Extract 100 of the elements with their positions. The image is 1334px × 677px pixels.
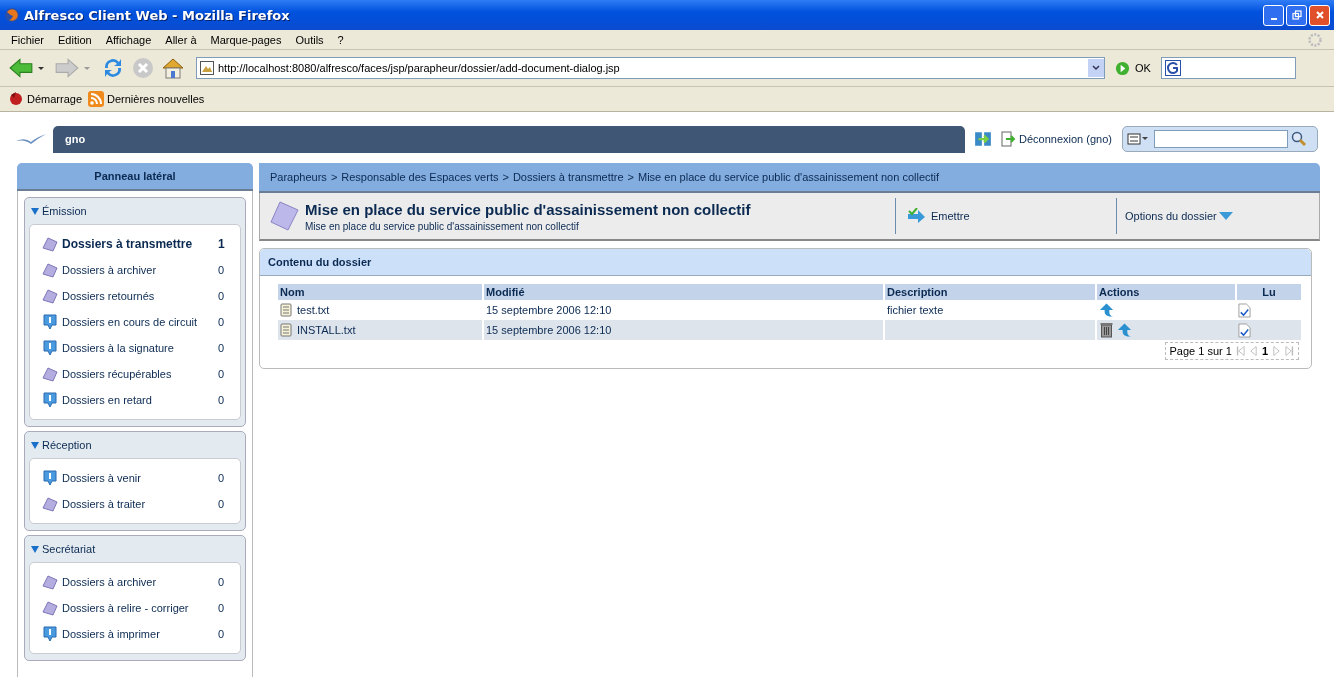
- folder-icon: [42, 574, 58, 590]
- text-file-icon: [280, 303, 292, 317]
- folder-icon: [42, 600, 58, 616]
- table-cell: 15 septembre 2006 12:10: [483, 320, 884, 340]
- search-field[interactable]: [1160, 57, 1296, 79]
- logout-link[interactable]: Déconnexion (gno): [1001, 131, 1112, 147]
- restore-icon: [1291, 10, 1302, 20]
- sidebar-item[interactable]: Dossiers récupérables 0: [34, 361, 236, 387]
- close-icon: [1314, 10, 1325, 20]
- sidebar-item[interactable]: Dossiers à la signature 0: [34, 335, 236, 361]
- item-count: 1: [218, 237, 226, 251]
- menu-item[interactable]: Marque-pages: [210, 33, 282, 46]
- menu-item[interactable]: Aller à: [165, 33, 197, 46]
- trash-icon[interactable]: [1099, 322, 1114, 338]
- sidebar-item[interactable]: Dossiers à transmettre 1: [34, 231, 236, 257]
- menu-item[interactable]: Fichier: [11, 33, 44, 46]
- column-header[interactable]: Lu: [1236, 284, 1301, 300]
- sidebar-item[interactable]: Dossiers en cours de circuit 0: [34, 309, 236, 335]
- bird-logo-icon: [15, 133, 47, 145]
- options-menu[interactable]: Options du dossier: [1125, 210, 1233, 222]
- back-arrow-icon[interactable]: [8, 56, 34, 80]
- caret-icon: [1092, 65, 1100, 71]
- previous-page-icon: [1248, 345, 1258, 357]
- caret-icon[interactable]: [38, 66, 44, 70]
- item-count: 0: [218, 394, 226, 406]
- restore-button[interactable]: [1286, 4, 1307, 26]
- sidebar-item[interactable]: Dossiers en retard 0: [34, 387, 236, 413]
- dropdown-button[interactable]: [1088, 59, 1104, 77]
- play-icon: [1115, 60, 1130, 76]
- item-count: 0: [218, 368, 226, 380]
- folder-icon: [42, 288, 58, 304]
- text-file-icon: [280, 323, 292, 337]
- current-page: 1: [1261, 345, 1268, 357]
- breadcrumb-separator: >: [330, 171, 338, 183]
- menu-item[interactable]: Outils: [295, 33, 324, 46]
- breadcrumb-separator: >: [627, 171, 634, 183]
- page-icon: [200, 61, 214, 75]
- breadcrumb-link[interactable]: Dossiers à transmettre: [512, 171, 624, 183]
- browser-logo-icon: [4, 7, 20, 23]
- item-count: 0: [218, 576, 226, 588]
- expand-icon: [31, 207, 39, 215]
- group-header[interactable]: Émission: [29, 202, 241, 220]
- expand-icon: [31, 545, 39, 553]
- item-count: 0: [218, 498, 226, 510]
- info-bubble-icon: [42, 392, 58, 408]
- minimize-icon: [1270, 18, 1277, 20]
- item-count: 0: [218, 602, 226, 614]
- breadcrumb-link[interactable]: Parapheurs: [270, 171, 327, 183]
- sidebar-item[interactable]: Dossiers à relire - corriger 0: [34, 595, 236, 621]
- sidebar-item[interactable]: Dossiers retournés 0: [34, 283, 236, 309]
- minimize-button[interactable]: [1263, 4, 1284, 26]
- column-header[interactable]: Actions: [1096, 284, 1236, 300]
- send-icon: [906, 208, 926, 224]
- item-count: 0: [218, 628, 226, 640]
- move-up-arrow-icon[interactable]: [1099, 302, 1114, 318]
- go-button[interactable]: OK: [1109, 60, 1157, 76]
- address-input[interactable]: http://localhost:8080/alfresco/faces/jsp/parapheur/dossier/add-document-dialog.jsp: [218, 62, 1084, 74]
- menu-item[interactable]: ?: [337, 33, 344, 46]
- sidebar-item[interactable]: Dossiers à archiver 0: [34, 257, 236, 283]
- sidebar-header: Panneau latéral: [17, 163, 253, 191]
- bookmark-item[interactable]: Dernières nouvelles: [88, 91, 205, 107]
- breadcrumb-separator: >: [502, 171, 509, 183]
- expand-icon: [31, 441, 39, 449]
- search-options-icon[interactable]: [1126, 133, 1151, 145]
- close-button[interactable]: [1309, 4, 1330, 26]
- window-title: Alfresco Client Web - Mozilla Firefox: [24, 7, 290, 23]
- page-label: Page 1 sur 1: [1169, 345, 1232, 357]
- column-header[interactable]: Nom: [278, 284, 483, 300]
- document-icon: [268, 200, 300, 232]
- folder-icon: [42, 236, 58, 252]
- sidebar-item[interactable]: Dossiers à venir 0: [34, 465, 236, 491]
- file-link[interactable]: test.txt: [280, 303, 480, 317]
- item-count: 0: [218, 290, 226, 302]
- menu-item[interactable]: Edition: [58, 33, 92, 46]
- throbber-icon: [1307, 31, 1323, 48]
- sidebar-item[interactable]: Dossiers à traiter 0: [34, 491, 236, 517]
- item-count: 0: [218, 316, 226, 328]
- sidebar-item[interactable]: Dossiers à archiver 0: [34, 569, 236, 595]
- bookmark-icon: [8, 91, 24, 107]
- sidebar-item[interactable]: Dossiers à imprimer 0: [34, 621, 236, 647]
- rss-feed-icon: [88, 91, 105, 107]
- last-page-icon: [1285, 345, 1294, 357]
- address-field[interactable]: http://localhost:8080/alfresco/faces/jsp/parapheur/dossier/add-document-dialog.jsp: [196, 57, 1105, 79]
- search-icon[interactable]: [1290, 131, 1307, 147]
- group-header[interactable]: Réception: [29, 436, 241, 454]
- search-field[interactable]: [1153, 130, 1288, 148]
- folder-icon: [42, 496, 58, 512]
- toggle-panel-icon[interactable]: [974, 130, 992, 148]
- menu-item[interactable]: Affichage: [105, 33, 152, 46]
- file-link[interactable]: INSTALL.txt: [280, 323, 480, 337]
- forward-arrow-icon: [54, 56, 80, 80]
- breadcrumb-link[interactable]: Responsable des Espaces verts: [341, 171, 499, 183]
- home-icon[interactable]: [160, 56, 186, 80]
- bookmark-item[interactable]: Démarrage: [8, 91, 83, 107]
- breadcrumb-link[interactable]: Mise en place du service public d'assainissement non collectif: [638, 171, 940, 183]
- column-header[interactable]: Modifié: [483, 284, 884, 300]
- group-header[interactable]: Secrétariat: [29, 540, 241, 558]
- emit-link[interactable]: Emettre: [906, 208, 970, 224]
- column-header[interactable]: Description: [884, 284, 1096, 300]
- logout-icon: [1001, 131, 1017, 147]
